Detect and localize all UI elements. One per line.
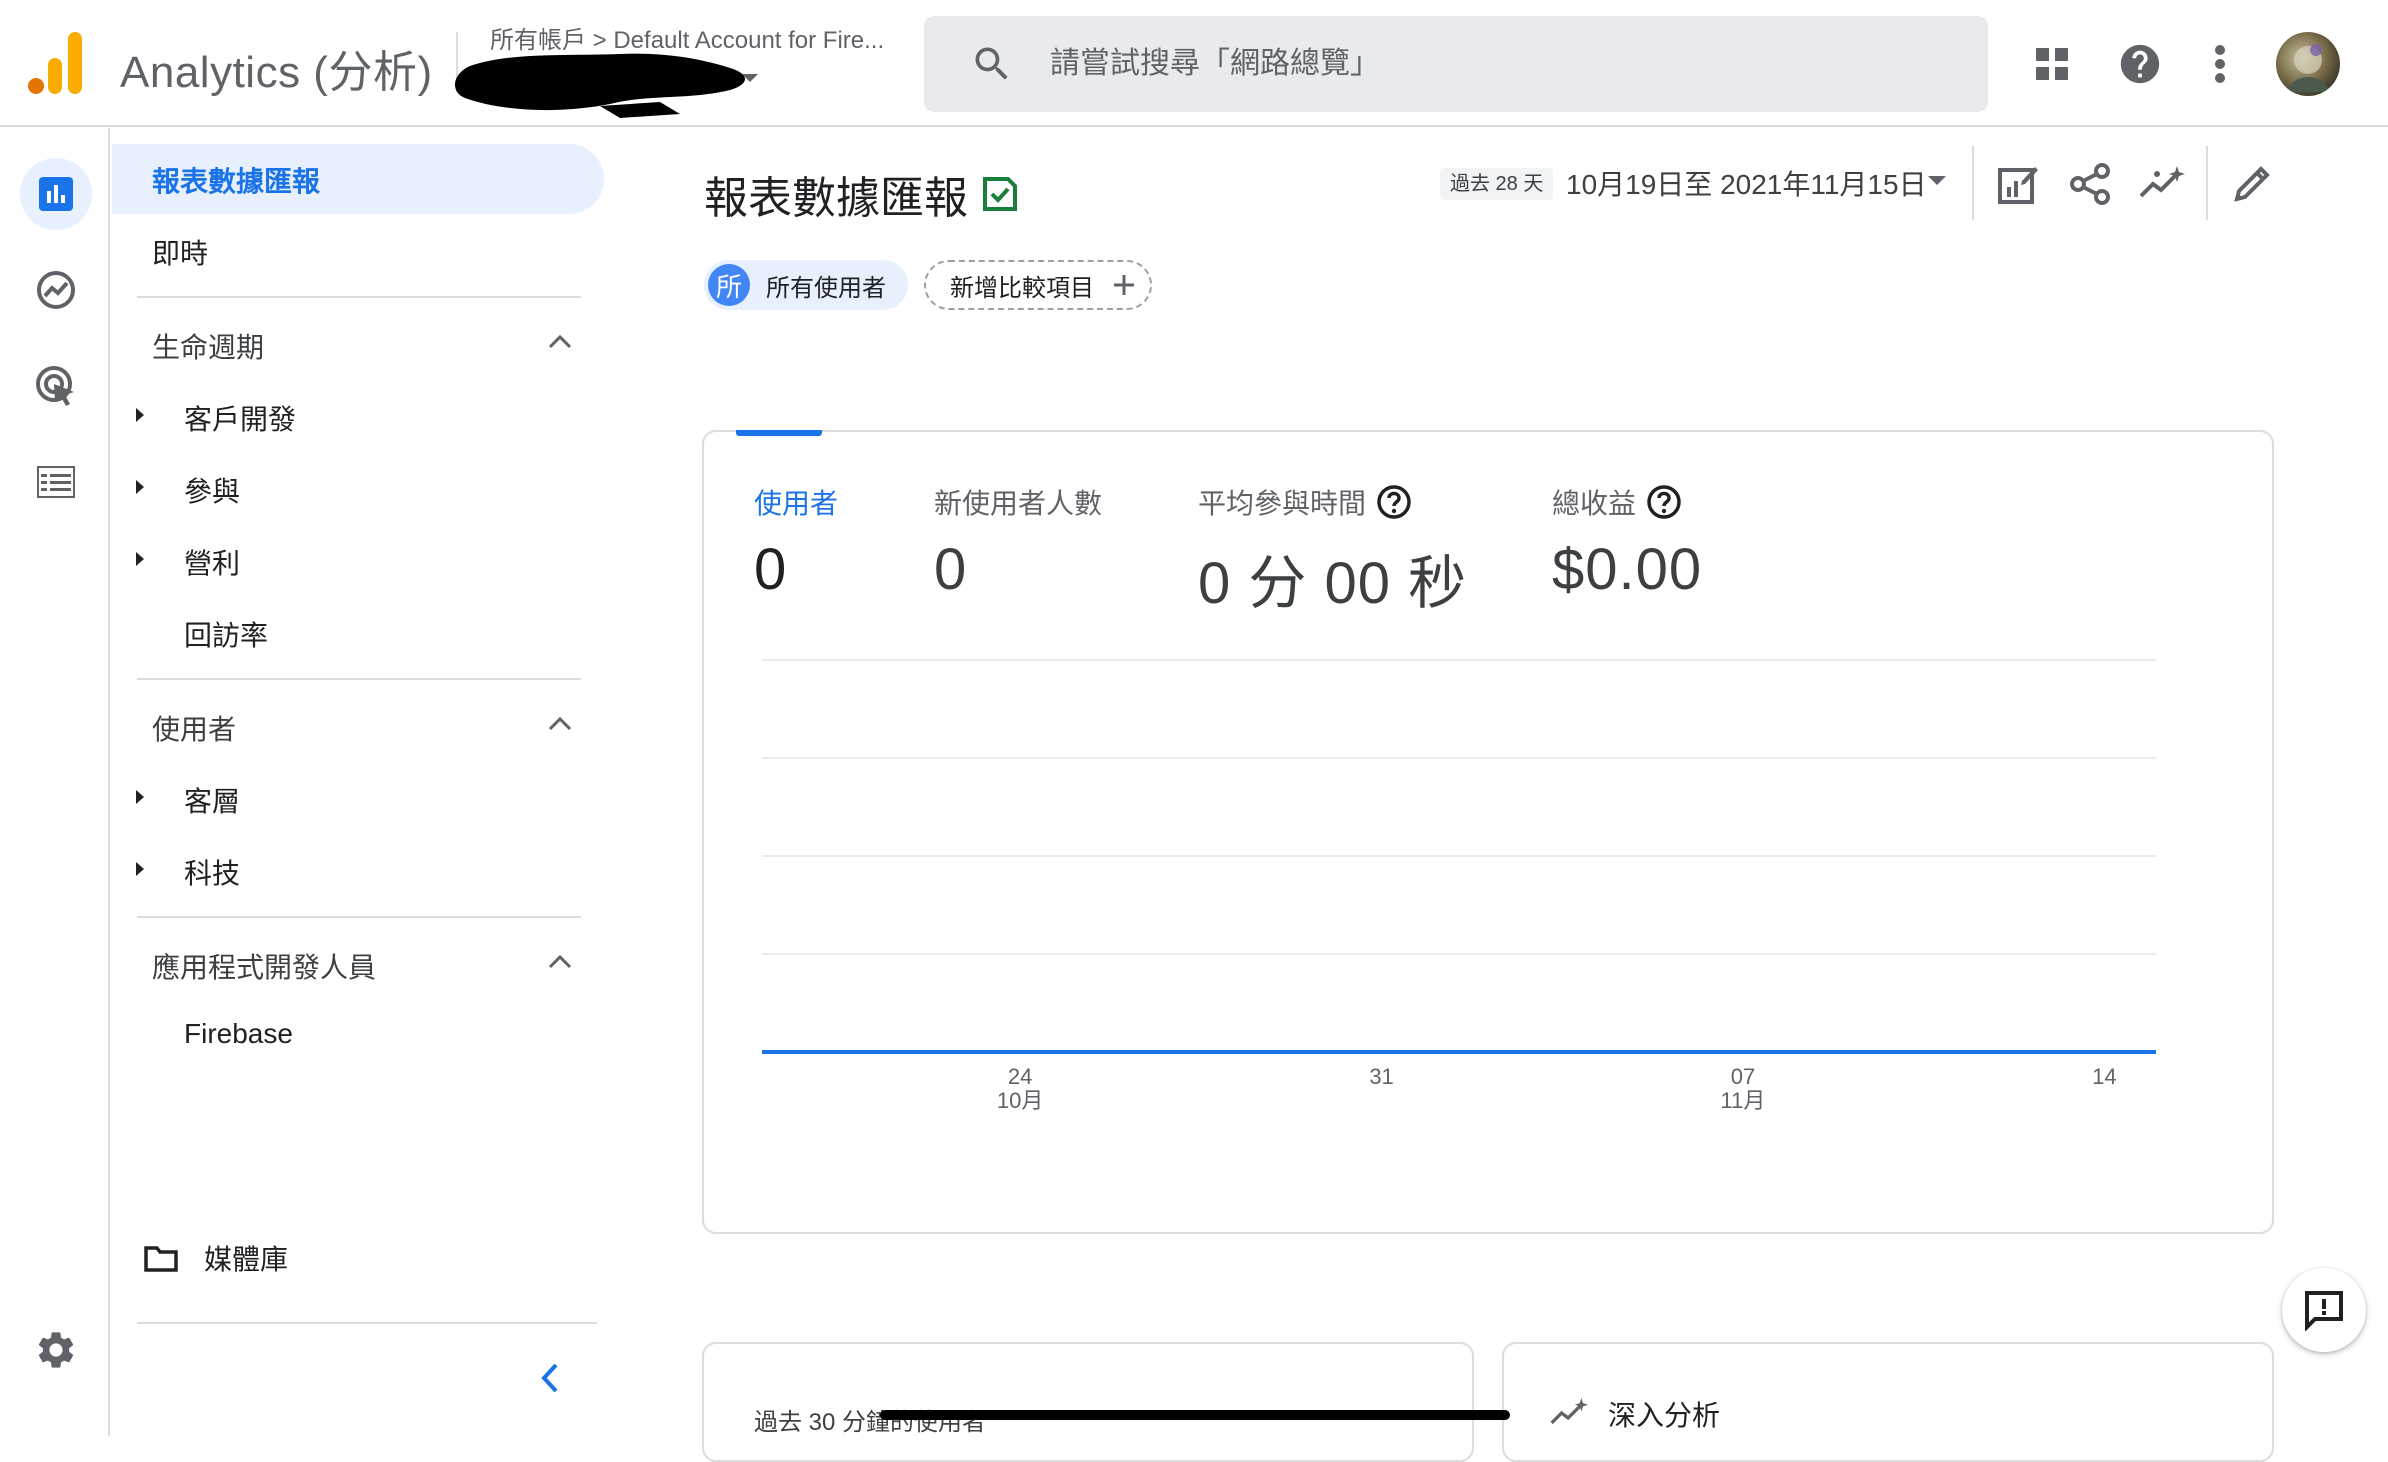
customize-report-icon[interactable] <box>1992 158 2044 210</box>
rail-admin-button[interactable] <box>20 1314 92 1386</box>
nav-item-firebase[interactable]: Firebase <box>184 1018 293 1050</box>
nav-item-engagement[interactable]: 參與 <box>184 470 240 510</box>
top-app-bar: Analytics (分析) 所有帳戶 > Default Account fo… <box>0 0 2388 127</box>
reports-nav: 報表數據匯報 即時 生命週期 客戶開發 參與 營利 回訪率 使用者 客層 科技 … <box>112 128 612 1436</box>
add-comparison-label: 新增比較項目 <box>950 274 1094 302</box>
cursor-click-icon <box>34 364 78 408</box>
nav-item-library[interactable]: 媒體庫 <box>204 1238 288 1278</box>
nav-section-app-developer[interactable]: 應用程式開發人員 <box>152 946 376 986</box>
insights-card-title: 深入分析 <box>1608 1400 1721 1431</box>
comparison-chip-all-users[interactable]: 所 所有使用者 <box>704 260 908 310</box>
more-vert-icon[interactable] <box>2192 36 2248 92</box>
left-rail <box>0 128 110 1436</box>
verified-report-icon <box>982 174 1018 212</box>
rail-advertising-button[interactable] <box>20 350 92 422</box>
insights-card: 深入分析 <box>1502 1342 2274 1462</box>
feedback-icon <box>2303 1289 2345 1331</box>
nav-divider <box>137 916 581 918</box>
search-icon <box>970 42 1014 86</box>
chevron-up-icon[interactable] <box>548 334 572 350</box>
overview-card: 使用者 0 新使用者人數 0 平均參與時間 0 分 00 秒 總收益 $0.00… <box>702 430 2274 1234</box>
chart-x-tick-label: 24 <box>1008 1064 1032 1089</box>
expand-arrow-icon[interactable] <box>136 408 144 422</box>
chart-x-tick-label: 31 <box>1369 1064 1393 1089</box>
nav-item-demographics[interactable]: 客層 <box>184 780 240 820</box>
nav-section-user[interactable]: 使用者 <box>152 708 236 748</box>
account-selector[interactable] <box>450 44 760 124</box>
date-preset-chip[interactable]: 過去 28 天 <box>1440 168 1554 200</box>
edit-pencil-icon[interactable] <box>2226 158 2278 210</box>
users-line-chart: 2410月 31 0711月 14 <box>762 659 2156 1113</box>
rail-configure-button[interactable] <box>20 446 92 518</box>
nav-item-acquisition[interactable]: 客戶開發 <box>184 398 296 438</box>
list-icon <box>37 466 75 498</box>
share-icon[interactable] <box>2064 158 2116 210</box>
toolbar-divider <box>1972 146 1974 220</box>
search-bar[interactable] <box>924 16 1988 112</box>
nav-item-tech[interactable]: 科技 <box>184 852 240 892</box>
rail-explore-button[interactable] <box>20 254 92 326</box>
nav-divider <box>137 296 581 298</box>
toolbar-divider <box>2206 146 2208 220</box>
insights-sparkle-icon <box>1550 1398 1588 1428</box>
chart-x-tick-label: 07 <box>1731 1064 1755 1089</box>
chart-x-tick-month: 10月 <box>997 1088 1043 1113</box>
search-input[interactable] <box>1050 16 1950 112</box>
analytics-logo-icon[interactable] <box>28 30 84 96</box>
comparison-label: 所有使用者 <box>766 274 886 302</box>
nav-item-retention[interactable]: 回訪率 <box>184 614 268 654</box>
home-indicator <box>880 1410 1510 1420</box>
nav-item-label[interactable]: 報表數據匯報 <box>152 160 320 200</box>
expand-arrow-icon[interactable] <box>136 862 144 876</box>
expand-arrow-icon[interactable] <box>136 552 144 566</box>
app-title: Analytics (分析) <box>120 48 433 97</box>
feedback-button[interactable] <box>2282 1268 2366 1352</box>
comparison-avatar: 所 <box>708 264 750 306</box>
avatar[interactable] <box>2276 32 2340 96</box>
rail-reports-button[interactable] <box>20 158 92 230</box>
plus-icon <box>1112 273 1136 297</box>
add-comparison-button[interactable]: 新增比較項目 <box>924 260 1152 310</box>
gear-icon <box>34 1328 78 1372</box>
date-range-picker[interactable]: 10月19日至 2021年11月15日 <box>1566 163 1927 203</box>
chart-x-tick-label: 14 <box>2092 1064 2116 1089</box>
help-icon[interactable] <box>2112 36 2168 92</box>
page-title: 報表數據匯報 <box>704 174 968 223</box>
chevron-up-icon[interactable] <box>548 716 572 732</box>
apps-grid-icon[interactable] <box>2024 36 2080 92</box>
nav-divider <box>137 1322 597 1324</box>
nav-item-monetization[interactable]: 營利 <box>184 542 240 582</box>
account-dropdown-icon <box>742 74 758 82</box>
realtime-card: 過去 30 分鐘的使用者 <box>702 1342 1474 1462</box>
date-dropdown-icon[interactable] <box>1928 176 1946 185</box>
folder-icon <box>144 1244 178 1272</box>
nav-divider <box>137 678 581 680</box>
nav-item-realtime[interactable]: 即時 <box>152 232 208 272</box>
collapse-nav-chevron-left-icon[interactable] <box>540 1362 560 1394</box>
expand-arrow-icon[interactable] <box>136 480 144 494</box>
chevron-up-icon[interactable] <box>548 954 572 970</box>
insights-icon[interactable] <box>2136 158 2188 210</box>
nav-section-lifecycle[interactable]: 生命週期 <box>152 326 264 366</box>
bar-chart-icon <box>39 177 73 211</box>
explore-chart-icon <box>36 270 76 310</box>
expand-arrow-icon[interactable] <box>136 790 144 804</box>
chart-x-tick-month: 11月 <box>1721 1088 1766 1113</box>
